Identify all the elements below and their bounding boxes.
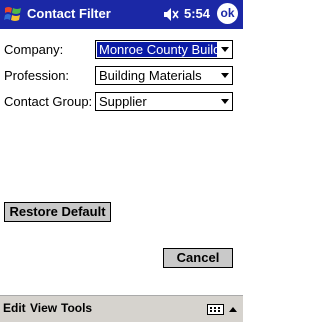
company-dropdown[interactable]: Monroe County Buildir	[95, 40, 233, 59]
profession-dropdown[interactable]: Building Materials	[95, 66, 233, 85]
keyboard-icon[interactable]	[207, 304, 224, 315]
restore-default-button[interactable]: Restore Default	[4, 202, 111, 222]
contact-group-value: Supplier	[99, 94, 147, 109]
menu-tools[interactable]: Tools	[61, 301, 92, 315]
company-label: Company:	[4, 42, 64, 57]
chevron-down-icon[interactable]	[221, 99, 229, 104]
cancel-button[interactable]: Cancel	[163, 248, 233, 268]
chevron-down-icon[interactable]	[221, 73, 229, 78]
contact-group-dropdown[interactable]: Supplier	[95, 92, 233, 111]
menu-edit[interactable]: Edit	[3, 301, 26, 315]
windows-start-icon[interactable]	[4, 5, 22, 23]
ok-button[interactable]: ok	[217, 3, 238, 24]
profession-label: Profession:	[4, 68, 70, 83]
speaker-icon[interactable]	[163, 7, 180, 22]
contact-group-label: Contact Group:	[4, 94, 93, 109]
clock[interactable]: 5:54	[184, 6, 210, 21]
menu-view[interactable]: View	[30, 301, 57, 315]
window-title: Contact Filter	[27, 6, 111, 21]
company-value: Monroe County Buildir	[97, 42, 217, 57]
title-bar: Contact Filter 5:54 ok	[0, 0, 243, 29]
profession-value: Building Materials	[99, 68, 202, 83]
chevron-down-icon[interactable]	[221, 47, 229, 52]
sip-arrow-up-icon[interactable]	[229, 307, 237, 312]
menu-bar: Edit View Tools	[0, 295, 243, 322]
